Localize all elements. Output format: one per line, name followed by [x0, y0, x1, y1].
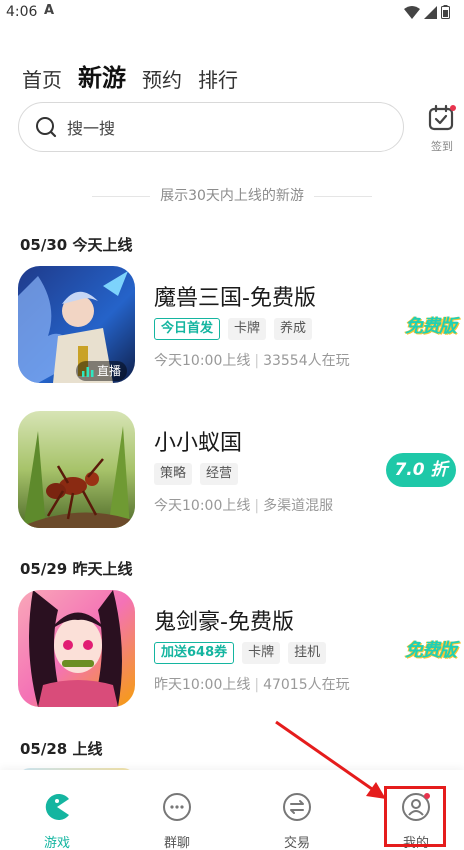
checkin-label: 签到: [431, 140, 453, 153]
checkin-button[interactable]: 签到: [424, 104, 460, 154]
status-bar: 4:06 A: [0, 0, 464, 26]
meta-separator: |: [254, 353, 260, 369]
meta-extra: 33554人在玩: [263, 353, 350, 369]
meta-time: 昨天10:00上线: [154, 677, 251, 693]
search-input[interactable]: 搜一搜: [18, 102, 404, 152]
game-row-2[interactable]: 小小蚁国 策略 经营 今天10:00上线 | 多渠道混服 7.0 折: [18, 411, 464, 529]
game-icon-1[interactable]: 直播: [18, 266, 135, 383]
nav-label-trade: 交易: [283, 836, 310, 850]
free-version-badge[interactable]: 免费版: [405, 312, 457, 338]
game-name: 魔兽三国-免费版: [154, 286, 316, 311]
nav-label-chat: 群聊: [163, 836, 190, 850]
game-pacman-icon: [45, 794, 69, 820]
calendar-check-icon: [428, 104, 456, 131]
game-tags: 加送648券 卡牌 挂机: [154, 642, 327, 664]
meta-extra: 47015人在玩: [263, 677, 350, 693]
tab-ranking[interactable]: 排行: [198, 64, 238, 93]
game-art-2: [18, 411, 135, 528]
nav-label-games: 游戏: [43, 836, 70, 850]
live-bars-icon: [82, 366, 94, 377]
game-icon-3[interactable]: [18, 590, 135, 707]
tag: 卡牌: [228, 318, 267, 340]
nav-trade[interactable]: 交易: [257, 792, 337, 850]
status-app-indicator: A: [44, 3, 55, 18]
annotation-highlight-box: [384, 786, 446, 847]
status-icons: [404, 5, 450, 19]
game-row-1[interactable]: 直播 魔兽三国-免费版 今日首发 卡牌 养成 今天10:00上线 | 33554人在…: [18, 266, 464, 384]
game-meta: 昨天10:00上线 | 47015人在玩: [154, 674, 350, 694]
game-tags: 今日首发 卡牌 养成: [154, 318, 313, 340]
game-icon-2[interactable]: [18, 411, 135, 528]
tag: 卡牌: [242, 642, 281, 664]
game-row-3[interactable]: 鬼剑豪-免费版 加送648券 卡牌 挂机 昨天10:00上线 | 47015人在玩 …: [18, 590, 464, 708]
section-title: 05/29 昨天上线: [20, 560, 133, 578]
divider-note-text: 展示30天内上线的新游: [160, 188, 304, 204]
search-icon: [36, 117, 57, 138]
status-time: 4:06: [6, 4, 38, 20]
game-tags: 策略 经营: [154, 463, 239, 485]
game-meta: 今天10:00上线 | 多渠道混服: [154, 495, 333, 515]
meta-separator: |: [254, 498, 260, 514]
game-art-3: [18, 590, 135, 707]
battery-icon: [441, 5, 450, 19]
exchange-icon: [283, 793, 311, 821]
meta-separator: |: [254, 677, 260, 693]
divider-note: 展示30天内上线的新游: [0, 185, 464, 205]
wifi-icon: [404, 5, 420, 19]
chat-dots-icon: [163, 793, 191, 821]
tag: 策略: [154, 463, 193, 485]
live-badge: 直播: [76, 361, 128, 381]
tag-highlight: 加送648券: [154, 642, 235, 664]
tab-home[interactable]: 首页: [22, 64, 62, 93]
free-version-badge[interactable]: 免费版: [405, 636, 457, 662]
tab-new-games[interactable]: 新游: [78, 58, 126, 93]
game-meta: 今天10:00上线 | 33554人在玩: [154, 350, 350, 370]
tab-reserve[interactable]: 预约: [142, 64, 182, 93]
meta-time: 今天10:00上线: [154, 498, 251, 514]
search-placeholder: 搜一搜: [67, 119, 116, 138]
nav-chat[interactable]: 群聊: [137, 792, 217, 850]
meta-extra: 多渠道混服: [263, 498, 334, 514]
tag: 养成: [274, 318, 313, 340]
game-name: 鬼剑豪-免费版: [154, 610, 294, 635]
section-title: 05/28 上线: [20, 740, 103, 758]
top-tabs: 首页 新游 预约 排行: [22, 58, 238, 93]
signal-icon: [424, 5, 437, 19]
section-title: 05/30 今天上线: [20, 236, 133, 254]
tag-highlight: 今日首发: [154, 318, 221, 340]
nav-games[interactable]: 游戏: [17, 792, 97, 850]
live-label: 直播: [97, 364, 122, 378]
tag: 挂机: [288, 642, 327, 664]
meta-time: 今天10:00上线: [154, 353, 251, 369]
discount-badge[interactable]: 7.0 折: [386, 453, 456, 487]
tag: 经营: [200, 463, 239, 485]
game-name: 小小蚁国: [154, 431, 243, 456]
